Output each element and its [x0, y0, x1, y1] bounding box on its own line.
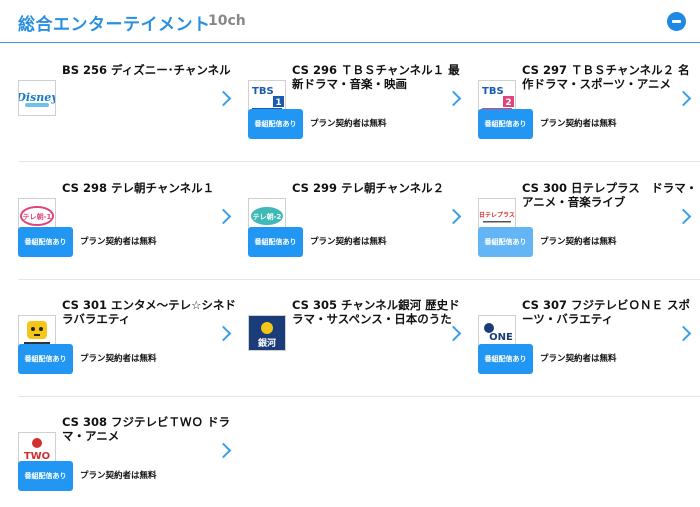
svg-text:Disney: Disney	[19, 91, 55, 104]
plan-note: プラン契約者は無料	[310, 237, 387, 247]
plan-note: プラン契約者は無料	[80, 354, 157, 364]
svg-text:2: 2	[505, 98, 511, 108]
svg-text:TBS: TBS	[482, 86, 504, 97]
channel-name: CS 296 ＴＢＳチャンネル１ 最新ドラマ・音楽・映画	[292, 63, 460, 91]
plan-note: プラン契約者は無料	[80, 237, 157, 247]
chevron-right-icon[interactable]	[215, 208, 232, 225]
channel-name: CS 307 フジテレビＯＮＥ スポーツ・バラエティ	[522, 298, 690, 326]
chevron-right-icon[interactable]	[215, 90, 232, 107]
collapse-icon[interactable]	[667, 12, 686, 31]
plan-note: プラン契約者は無料	[540, 237, 617, 247]
chevron-right-icon[interactable]	[445, 325, 462, 342]
plan-note: プラン契約者は無料	[540, 119, 617, 129]
channel-card-cs308[interactable]: TWO CS 308 フジテレビＴＷＯ ドラマ・アニメ 番組配信あり プラン契約…	[18, 412, 248, 507]
channel-name: CS 299 テレ朝チャンネル２	[292, 181, 445, 195]
svg-text:TBS: TBS	[252, 86, 274, 97]
stream-available-badge[interactable]: 番組配信あり	[248, 227, 303, 257]
channel-name: CS 308 フジテレビＴＷＯ ドラマ・アニメ	[62, 415, 230, 443]
svg-text:日テレプラス: 日テレプラス	[479, 211, 515, 219]
chevron-right-icon[interactable]	[445, 90, 462, 107]
plan-note: プラン契約者は無料	[540, 354, 617, 364]
channel-card-cs300[interactable]: 日テレプラス CS 300 日テレプラス ドラマ・アニメ・音楽ライブ 番組配信あ…	[478, 178, 700, 280]
channel-card-cs299[interactable]: テレ朝-2 CS 299 テレ朝チャンネル２ 番組配信あり プラン契約者は無料	[248, 178, 478, 280]
disney-channel-logo: Disney	[18, 80, 56, 116]
chevron-right-icon[interactable]	[215, 325, 232, 342]
stream-available-badge[interactable]: 番組配信あり	[18, 227, 73, 257]
channel-count: 10ch	[208, 13, 246, 29]
svg-text:テレ朝-2: テレ朝-2	[253, 212, 282, 221]
channel-name: CS 305 チャンネル銀河 歴史ドラマ・サスペンス・日本のうた	[292, 298, 460, 326]
stream-available-badge[interactable]: 番組配信あり	[18, 461, 73, 491]
svg-text:ONE: ONE	[489, 332, 513, 343]
section-title: 総合エンターテイメント	[18, 15, 211, 35]
stream-available-badge[interactable]: 番組配信あり	[478, 227, 533, 257]
chevron-right-icon[interactable]	[675, 90, 692, 107]
channel-card-cs298[interactable]: テレ朝-1 CS 298 テレ朝チャンネル１ 番組配信あり プラン契約者は無料	[18, 178, 248, 280]
channel-card-cs297[interactable]: TBS 2 CS 297 ＴＢＳチャンネル２ 名作ドラマ・スポーツ・アニメ 番組…	[478, 60, 700, 162]
channel-name: CS 298 テレ朝チャンネル１	[62, 181, 215, 195]
svg-text:銀河: 銀河	[258, 337, 276, 349]
chevron-right-icon[interactable]	[675, 325, 692, 342]
channel-card-bs256[interactable]: Disney BS 256 ディズニー･チャンネル	[18, 60, 248, 162]
channel-name: CS 300 日テレプラス ドラマ・アニメ・音楽ライブ	[522, 181, 698, 209]
channel-card-cs307[interactable]: ONE CS 307 フジテレビＯＮＥ スポーツ・バラエティ 番組配信あり プラ…	[478, 295, 700, 397]
channel-card-cs296[interactable]: TBS 1 CS 296 ＴＢＳチャンネル１ 最新ドラマ・音楽・映画 番組配信あ…	[248, 60, 478, 162]
stream-available-badge[interactable]: 番組配信あり	[478, 109, 533, 139]
section-header: 総合エンターテイメント 10ch	[0, 0, 700, 43]
stream-available-badge[interactable]: 番組配信あり	[478, 344, 533, 374]
plan-note: プラン契約者は無料	[310, 119, 387, 129]
svg-text:1: 1	[275, 98, 281, 108]
plan-note: プラン契約者は無料	[80, 471, 157, 481]
svg-text:テレ朝-1: テレ朝-1	[23, 212, 52, 221]
channel-name: BS 256 ディズニー･チャンネル	[62, 63, 231, 77]
channel-ginga-logo: 銀河	[248, 315, 286, 351]
stream-available-badge[interactable]: 番組配信あり	[18, 344, 73, 374]
chevron-right-icon[interactable]	[675, 208, 692, 225]
chevron-right-icon[interactable]	[445, 208, 462, 225]
chevron-right-icon[interactable]	[215, 442, 232, 459]
channel-card-cs301[interactable]: CS 301 エンタメ～テレ☆シネドラバラエティ 番組配信あり プラン契約者は無…	[18, 295, 248, 397]
channel-name: CS 297 ＴＢＳチャンネル２ 名作ドラマ・スポーツ・アニメ	[522, 63, 690, 91]
stream-available-badge[interactable]: 番組配信あり	[248, 109, 303, 139]
channel-name: CS 301 エンタメ～テレ☆シネドラバラエティ	[62, 298, 236, 326]
channel-card-cs305[interactable]: 銀河 CS 305 チャンネル銀河 歴史ドラマ・サスペンス・日本のうた	[248, 295, 478, 397]
